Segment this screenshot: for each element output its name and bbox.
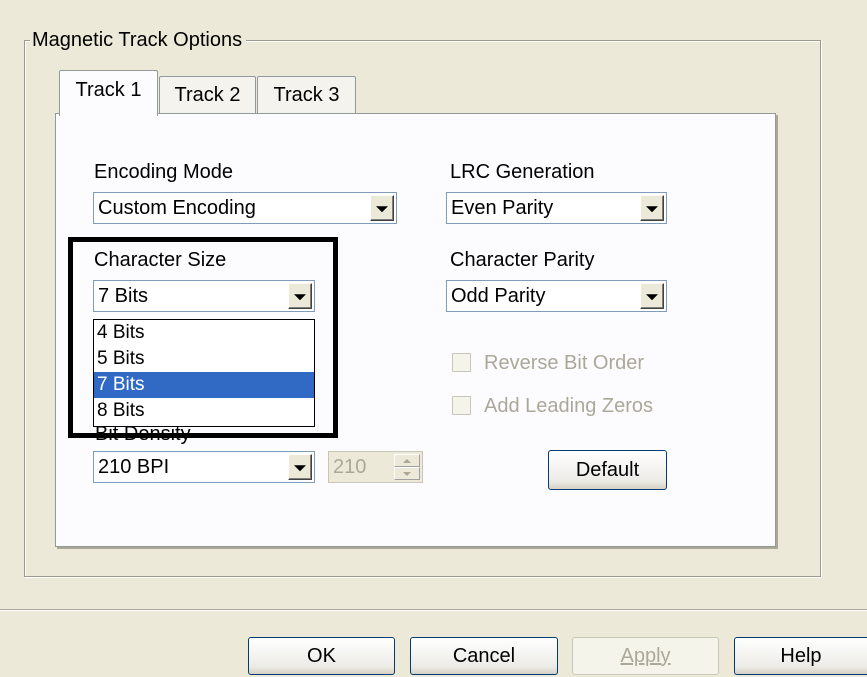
spinbox-value: 210 [333,456,367,478]
ok-button[interactable]: OK [248,637,395,675]
character-parity-select[interactable]: Odd Parity [446,280,667,312]
encoding-mode-select[interactable]: Custom Encoding [93,192,397,224]
chevron-down-icon [646,206,658,213]
character-size-value: 7 Bits [98,285,149,307]
character-size-label: Character Size [94,249,227,271]
encoding-mode-value: Custom Encoding [98,197,256,219]
lrc-generation-value: Even Parity [451,197,554,219]
default-button[interactable]: Default [548,450,667,490]
separator [0,609,867,611]
arrow-up-icon [403,458,411,463]
chevron-down-icon [646,294,658,301]
character-parity-label: Character Parity [450,249,595,271]
spin-down-button[interactable] [394,467,420,480]
bit-density-value: 210 BPI [98,456,170,478]
tab-label: Track 1 [75,79,142,101]
encoding-mode-label: Encoding Mode [94,161,233,183]
chevron-down-icon [376,206,388,213]
lrc-generation-label: LRC Generation [450,161,595,183]
add-leading-zeros-label: Add Leading Zeros [484,395,654,417]
dropdown-button[interactable] [288,454,312,480]
group-title: Magnetic Track Options [30,28,247,52]
character-size-dropdown-list: 4 Bits 5 Bits 7 Bits 8 Bits [93,319,315,427]
chevron-down-icon [294,294,306,301]
dropdown-button[interactable] [288,283,312,309]
help-button-label: Help [780,644,822,667]
add-leading-zeros-checkbox[interactable] [452,396,471,415]
lrc-generation-select[interactable]: Even Parity [446,192,667,224]
tab-track-2[interactable]: Track 2 [159,76,256,114]
dropdown-option-7-bits[interactable]: 7 Bits [94,372,314,398]
tab-label: Track 3 [273,84,340,106]
tab-track-3[interactable]: Track 3 [257,76,356,114]
ok-button-label: OK [307,644,336,667]
reverse-bit-order-checkbox[interactable] [452,353,471,372]
dropdown-button[interactable] [640,283,664,309]
dropdown-option-8-bits[interactable]: 8 Bits [94,398,314,424]
bit-density-spinbox[interactable]: 210 [328,451,423,483]
arrow-down-icon [403,471,411,476]
cancel-button[interactable]: Cancel [410,637,558,675]
spin-up-button[interactable] [394,454,420,467]
spinbox-buttons [394,454,420,480]
help-button[interactable]: Help [734,637,867,675]
dropdown-option-5-bits[interactable]: 5 Bits [94,346,314,372]
chevron-down-icon [294,465,306,472]
reverse-bit-order-label: Reverse Bit Order [484,352,645,374]
tab-label: Track 2 [174,84,241,106]
tab-track-1[interactable]: Track 1 [59,70,158,116]
dropdown-button[interactable] [640,195,664,221]
dropdown-button[interactable] [370,195,394,221]
default-button-label: Default [575,458,640,481]
cancel-button-label: Cancel [452,644,516,667]
bit-density-select[interactable]: 210 BPI [93,451,315,483]
dropdown-option-4-bits[interactable]: 4 Bits [94,320,314,346]
character-parity-value: Odd Parity [451,285,546,307]
character-size-select[interactable]: 7 Bits [93,280,315,312]
apply-button-label: Apply [620,644,671,667]
apply-button[interactable]: Apply [572,637,719,675]
